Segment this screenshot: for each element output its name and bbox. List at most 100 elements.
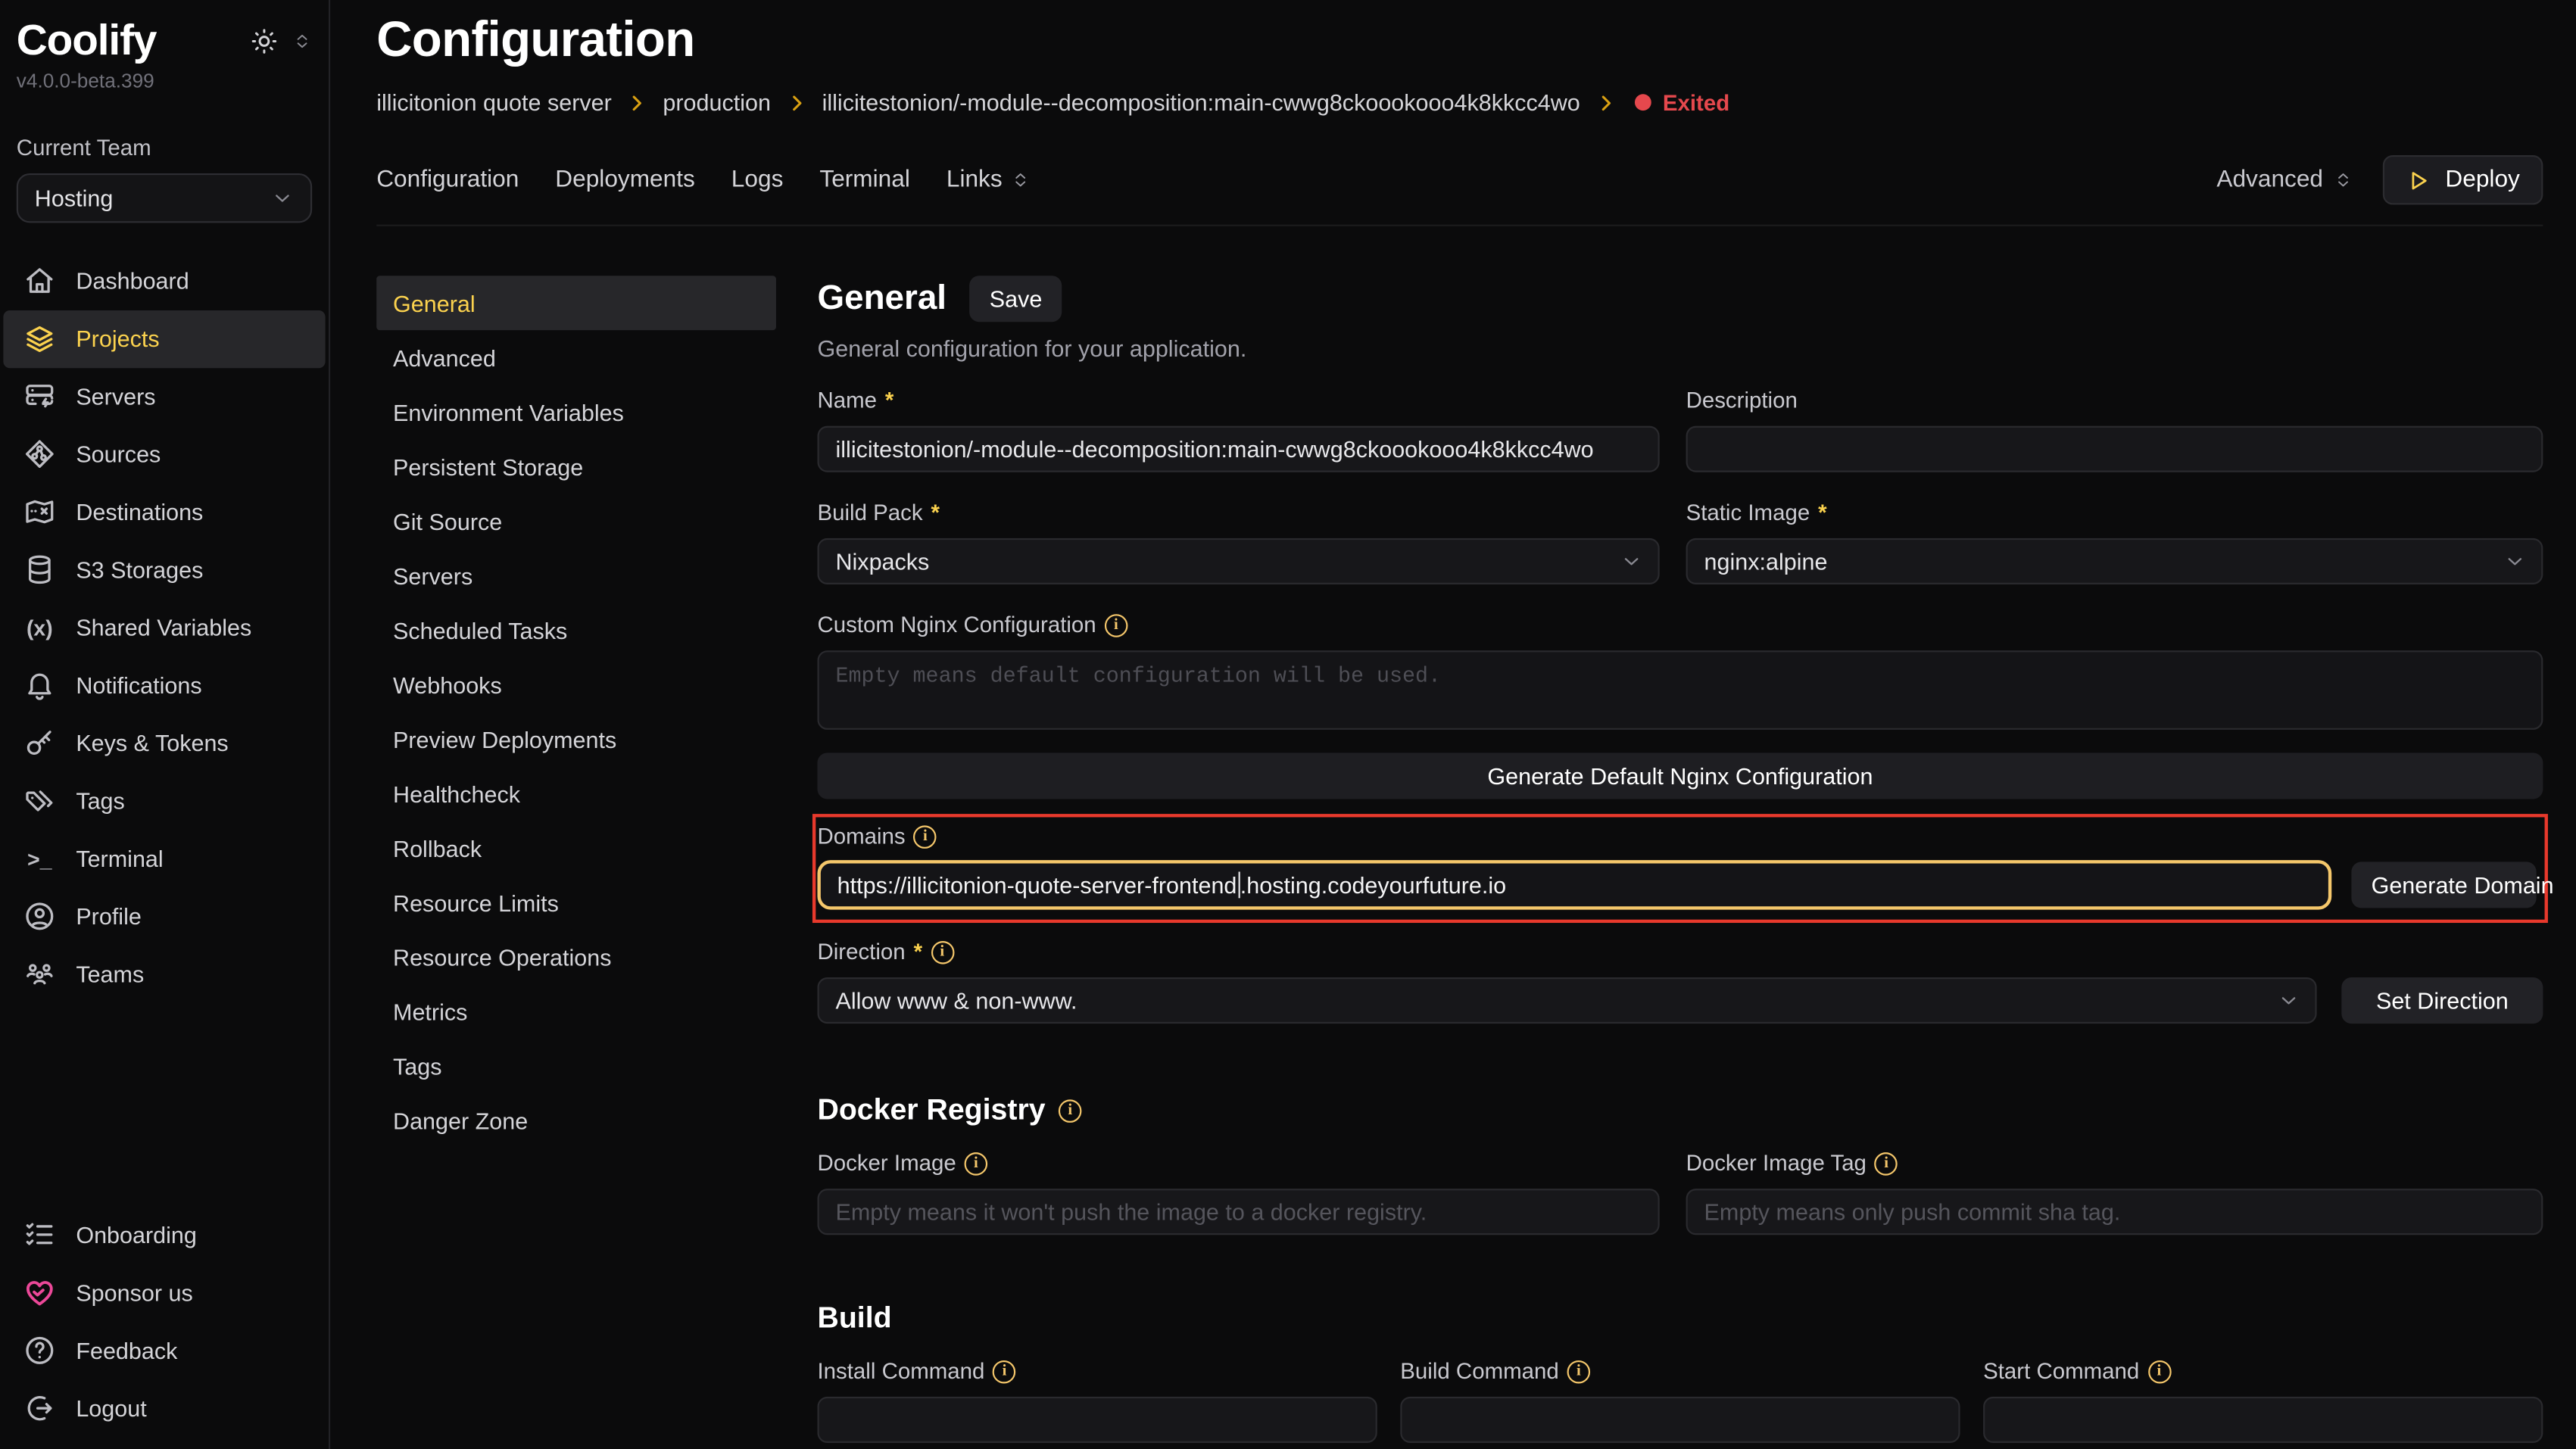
tab-links[interactable]: Links [947,167,1031,193]
start-command-label: Start Command i [1983,1359,2543,1384]
subnav-item-scheduled-tasks[interactable]: Scheduled Tasks [376,603,776,657]
build-command-input[interactable] [1400,1397,1960,1443]
subnav-item-environment-variables[interactable]: Environment Variables [376,385,776,439]
subnav-item-healthcheck[interactable]: Healthcheck [376,766,776,821]
subnav-item-resource-limits[interactable]: Resource Limits [376,875,776,930]
static-image-select[interactable]: nginx:alpine [1686,538,2543,584]
domains-input[interactable]: https://illicitonion-quote-server-fronte… [817,860,2331,909]
subnav-item-general[interactable]: General [376,276,776,330]
general-description: General configuration for your applicati… [817,335,2543,362]
help-circle-icon [23,1333,57,1366]
sidebar-item-dashboard[interactable]: Dashboard [0,252,329,310]
sidebar-item-projects[interactable]: Projects [3,310,325,367]
sidebar-item-terminal[interactable]: >_ Terminal [0,830,329,887]
name-input[interactable] [817,426,1659,472]
subnav-item-resource-operations[interactable]: Resource Operations [376,930,776,984]
subnav-item-advanced[interactable]: Advanced [376,330,776,385]
tab-logs[interactable]: Logs [731,167,784,193]
sidebar-item-shared-variables[interactable]: (x) Shared Variables [0,599,329,656]
sidebar-item-sources[interactable]: Sources [0,425,329,483]
docker-image-tag-input[interactable] [1686,1189,2543,1235]
nginx-config-textarea[interactable] [817,650,2543,730]
sidebar-footer-nav: Onboarding Sponsor us Feedback Logout [0,1205,329,1436]
info-icon[interactable]: i [1875,1151,1898,1175]
coolify-logo[interactable]: Coolify [17,17,157,64]
breadcrumb-project[interactable]: illicitonion quote server [376,89,612,116]
heart-icon [23,1276,57,1309]
breadcrumb: illicitonion quote server production ill… [376,89,2543,116]
sidebar-item-keys-tokens[interactable]: Keys & Tokens [0,714,329,771]
status-badge: Exited [1635,90,1729,115]
logout-icon [23,1391,57,1424]
subnav-item-git-source[interactable]: Git Source [376,494,776,548]
sidebar-item-servers[interactable]: Servers [0,367,329,425]
build-pack-label: Build Pack* [817,500,1659,525]
docker-image-input[interactable] [817,1189,1659,1235]
sidebar-item-feedback[interactable]: Feedback [0,1321,329,1379]
sidebar-item-onboarding[interactable]: Onboarding [0,1205,329,1263]
sidebar-item-tags[interactable]: Tags [0,772,329,830]
docker-registry-heading: Docker Registry i [817,1093,2543,1128]
subnav-item-metrics[interactable]: Metrics [376,984,776,1039]
home-icon [23,264,57,298]
sidebar-item-teams[interactable]: Teams [0,946,329,1003]
install-command-input[interactable] [817,1397,1377,1443]
tab-terminal[interactable]: Terminal [819,167,909,193]
theme-updown-icon[interactable] [292,30,312,53]
info-icon[interactable]: i [1105,613,1128,637]
build-command-label: Build Command i [1400,1359,1960,1384]
info-icon[interactable]: i [1567,1360,1591,1383]
server-icon [23,380,57,413]
info-icon[interactable]: i [2147,1360,2171,1383]
build-heading: Build [817,1301,2543,1335]
info-icon[interactable]: i [965,1151,988,1175]
sidebar-item-logout[interactable]: Logout [0,1379,329,1436]
direction-select[interactable]: Allow www & non-www. [817,977,2316,1024]
subnav-item-danger-zone[interactable]: Danger Zone [376,1093,776,1148]
info-icon[interactable]: i [993,1360,1016,1383]
subnav-item-servers[interactable]: Servers [376,548,776,603]
subnav-item-webhooks[interactable]: Webhooks [376,657,776,712]
tab-deployments[interactable]: Deployments [555,167,695,193]
save-button[interactable]: Save [970,276,1062,322]
advanced-toggle[interactable]: Advanced [2216,167,2353,193]
sun-icon[interactable] [249,26,279,56]
subnav-item-preview-deployments[interactable]: Preview Deployments [376,712,776,766]
set-direction-button[interactable]: Set Direction [2341,977,2543,1024]
deploy-button[interactable]: Deploy [2383,155,2543,204]
chevron-updown-icon [1011,168,1031,192]
sidebar-item-sponsor[interactable]: Sponsor us [0,1263,329,1320]
subnav-item-rollback[interactable]: Rollback [376,821,776,875]
sidebar-item-profile[interactable]: Profile [0,887,329,945]
name-label: Name* [817,388,1659,413]
info-icon[interactable]: i [914,824,937,848]
nginx-config-label: Custom Nginx Configuration i [817,612,2543,637]
key-icon [23,727,57,760]
breadcrumb-application[interactable]: illicitestonion/-module--decomposition:m… [822,89,1580,116]
build-pack-select[interactable]: Nixpacks [817,538,1659,584]
generate-nginx-button[interactable]: Generate Default Nginx Configuration [817,753,2543,799]
play-icon [2406,167,2431,192]
chevron-down-icon [2277,989,2300,1012]
checklist-icon [23,1217,57,1251]
text-caret [1238,871,1240,898]
start-command-input[interactable] [1983,1397,2543,1443]
subnav-item-tags[interactable]: Tags [376,1039,776,1093]
team-select[interactable]: Hosting [17,173,312,222]
sidebar: Coolify v4.0.0-beta.399 Current Team Hos… [0,0,330,1449]
config-subnav: General Advanced Environment Variables P… [376,276,776,1449]
map-icon [23,495,57,528]
generate-domain-button[interactable]: Generate Domain [2351,862,2536,908]
breadcrumb-environment[interactable]: production [663,89,771,116]
sidebar-item-s3-storages[interactable]: S3 Storages [0,541,329,598]
description-input[interactable] [1686,426,2543,472]
page-title: Configuration [376,13,2543,69]
info-icon[interactable]: i [931,940,954,964]
general-panel: General Save General configuration for y… [817,276,2543,1449]
chevron-right-icon [786,92,807,113]
sidebar-item-notifications[interactable]: Notifications [0,656,329,714]
sidebar-item-destinations[interactable]: Destinations [0,483,329,541]
info-icon[interactable]: i [1059,1098,1082,1122]
tab-configuration[interactable]: Configuration [376,167,519,193]
subnav-item-persistent-storage[interactable]: Persistent Storage [376,439,776,494]
